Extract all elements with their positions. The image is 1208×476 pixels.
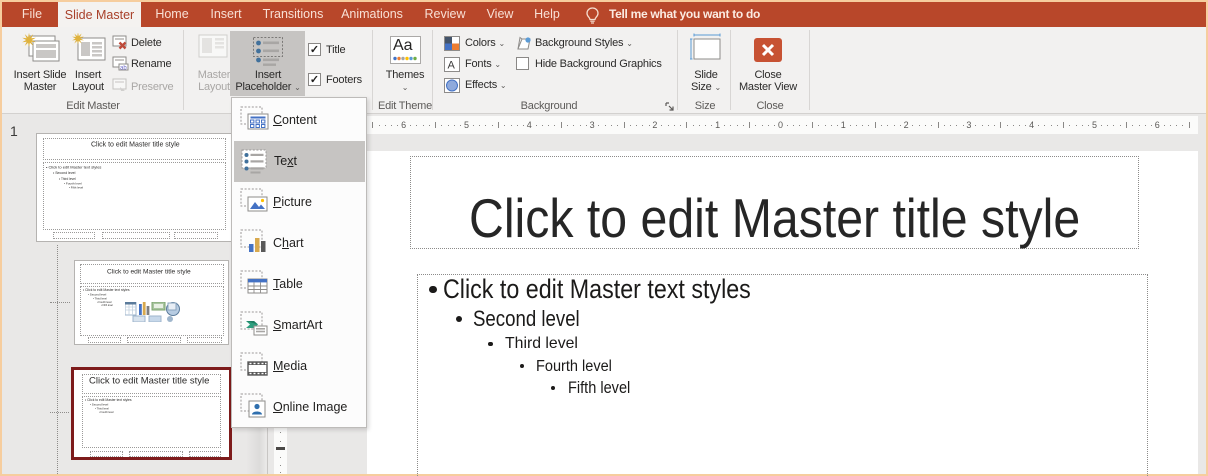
svg-text:ab: ab [120,66,127,72]
svg-text:A: A [448,60,456,72]
